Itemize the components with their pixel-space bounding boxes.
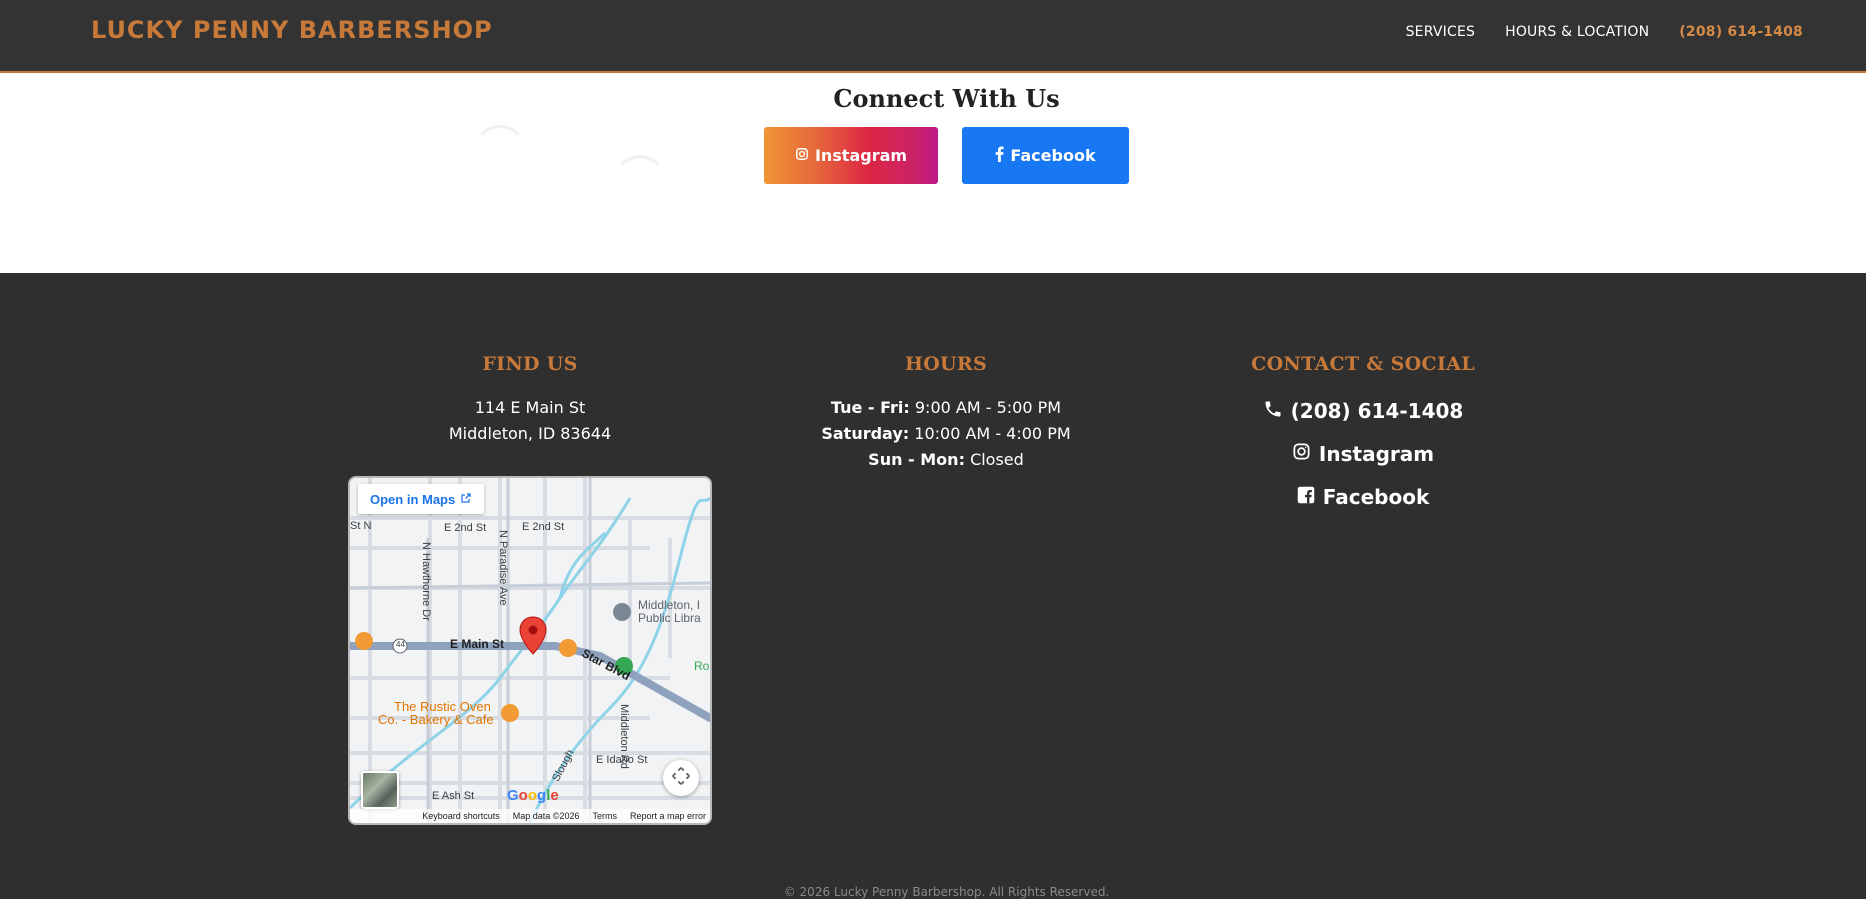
street-label: E Ash St xyxy=(432,790,475,802)
street-label: N Paradise Ave xyxy=(497,530,509,606)
street-label: St N xyxy=(350,520,372,532)
instagram-icon xyxy=(795,146,809,165)
hours-time: 10:00 AM - 4:00 PM xyxy=(914,424,1071,443)
hours-time: 9:00 AM - 5:00 PM xyxy=(914,398,1062,417)
poi-label-rustic-oven: Co. - Bakery & Cafe xyxy=(378,712,494,727)
footer-instagram-link[interactable]: Instagram xyxy=(1183,438,1543,470)
footer-facebook-text: Facebook xyxy=(1322,485,1430,509)
hours-heading: HOURS xyxy=(904,353,988,375)
poi-label-library: Public Libra xyxy=(638,611,701,625)
street-label: Middleton Rd xyxy=(618,704,630,769)
footer-facebook-link[interactable]: Facebook xyxy=(1183,481,1543,513)
instagram-icon xyxy=(1292,442,1311,466)
facebook-square-icon xyxy=(1297,485,1315,509)
footer-phone-link[interactable]: (208) 614-1408 xyxy=(1183,395,1543,427)
hours-time: Closed xyxy=(970,450,1024,469)
find-us-heading: FIND US xyxy=(482,353,578,375)
facebook-icon xyxy=(995,146,1004,166)
brand-logo-link[interactable]: LUCKY PENNY BARBERSHOP xyxy=(91,16,493,44)
instagram-button[interactable]: Instagram xyxy=(764,127,938,184)
poi-label: Ro xyxy=(694,659,710,673)
phone-icon xyxy=(1263,399,1283,424)
street-label: E 2nd St xyxy=(522,521,565,533)
copyright-text: © 2026 Lucky Penny Barbershop. All Right… xyxy=(783,885,1110,899)
report-map-error-link[interactable]: Report a map error xyxy=(630,811,706,821)
embedded-map[interactable]: Open in Maps St N E 2nd St E 2nd St N Pa… xyxy=(348,476,712,825)
facebook-button-label: Facebook xyxy=(1010,146,1096,165)
street-label: N Hawthorne Dr xyxy=(420,542,432,621)
hours-row: Saturday: 10:00 AM - 4:00 PM xyxy=(766,421,1126,447)
main-nav: SERVICES HOURS & LOCATION (208) 614-1408 xyxy=(1406,24,1803,40)
address-line-1: 114 E Main St xyxy=(474,398,586,417)
hours-row: Tue - Fri: 9:00 AM - 5:00 PM xyxy=(766,395,1126,421)
facebook-button[interactable]: Facebook xyxy=(962,127,1129,184)
hours-day: Tue - Fri: xyxy=(830,398,910,417)
contact-column: CONTACT & SOCIAL (208) 614-1408 Instagra… xyxy=(1183,353,1543,524)
terms-link[interactable]: Terms xyxy=(592,811,617,821)
site-header: LUCKY PENNY BARBERSHOP SERVICES HOURS & … xyxy=(0,0,1866,73)
instagram-button-label: Instagram xyxy=(814,146,908,165)
nav-phone-link[interactable]: (208) 614-1408 xyxy=(1679,24,1803,40)
recenter-icon xyxy=(670,765,692,792)
external-link-icon xyxy=(460,492,472,507)
address-line-2: Middleton, ID 83644 xyxy=(448,424,612,443)
footer-instagram-text: Instagram xyxy=(1318,442,1435,466)
map-attribution-bar: Keyboard shortcuts Map data ©2026 Terms … xyxy=(350,809,710,823)
connect-section: ⌒ ⌒ Connect With Us Instagram Facebook xyxy=(0,73,1866,273)
find-us-column: FIND US 114 E Main St Middleton, ID 8364… xyxy=(350,353,710,447)
map-pin-icon[interactable] xyxy=(518,616,548,661)
site-footer: FIND US 114 E Main St Middleton, ID 8364… xyxy=(0,273,1866,899)
connect-title: Connect With Us xyxy=(833,84,1060,113)
recenter-button[interactable] xyxy=(663,760,699,796)
hours-day: Sun - Mon: xyxy=(868,450,965,469)
keyboard-shortcuts-link[interactable]: Keyboard shortcuts xyxy=(422,811,500,821)
satellite-layer-toggle[interactable] xyxy=(361,771,399,809)
google-logo: Google xyxy=(507,787,559,804)
open-in-maps-link[interactable]: Open in Maps xyxy=(358,484,485,514)
street-label: E Main St xyxy=(450,637,505,651)
nav-hours-location-link[interactable]: HOURS & LOCATION xyxy=(1505,24,1649,40)
route-shield-label: 44 xyxy=(396,640,405,649)
nav-services-link[interactable]: SERVICES xyxy=(1406,24,1476,40)
hours-row: Sun - Mon: Closed xyxy=(766,447,1126,473)
background-decoration: ⌒ xyxy=(620,153,660,199)
footer-phone-text: (208) 614-1408 xyxy=(1290,399,1464,423)
map-data-attribution: Map data ©2026 xyxy=(512,811,580,821)
hours-day: Saturday: xyxy=(821,424,910,443)
open-in-maps-label: Open in Maps xyxy=(370,491,456,507)
background-decoration: ⌒ xyxy=(480,123,520,169)
contact-heading: CONTACT & SOCIAL xyxy=(1251,353,1475,375)
hours-column: HOURS Tue - Fri: 9:00 AM - 5:00 PM Satur… xyxy=(766,353,1126,473)
street-label: E 2nd St xyxy=(444,522,487,534)
